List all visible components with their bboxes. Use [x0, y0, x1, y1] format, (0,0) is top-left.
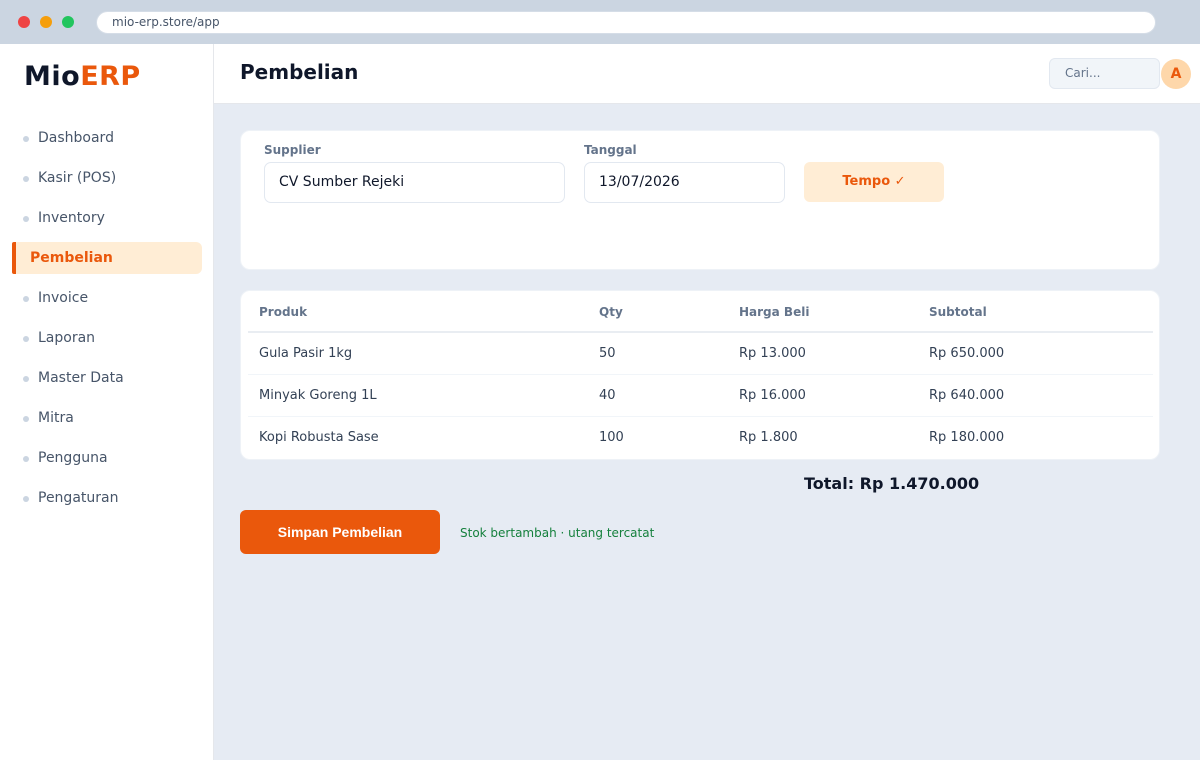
save-status-text: Stok bertambah · utang tercatat [460, 526, 655, 540]
sidebar: MioERP Dashboard Kasir (POS) Inventory P… [0, 44, 214, 760]
avatar[interactable]: A [1161, 59, 1191, 89]
cell-subtotal: Rp 640.000 [929, 388, 1005, 403]
cell-produk: Minyak Goreng 1L [259, 388, 377, 403]
sidebar-item-dashboard[interactable]: Dashboard [0, 118, 214, 158]
date-label: Tanggal [584, 143, 637, 157]
bullet-icon [23, 216, 29, 222]
top-header: Pembelian Cari... A [214, 44, 1200, 104]
sidebar-item-label: Pengaturan [38, 490, 119, 506]
sidebar-item-pembelian[interactable]: Pembelian [12, 242, 202, 274]
table-header-row: Produk Qty Harga Beli Subtotal [248, 291, 1153, 333]
minimize-window-icon[interactable] [40, 16, 52, 28]
sidebar-item-invoice[interactable]: Invoice [0, 278, 214, 318]
save-purchase-button[interactable]: Simpan Pembelian [240, 510, 440, 554]
sidebar-item-inventory[interactable]: Inventory [0, 198, 214, 238]
table-row[interactable]: Gula Pasir 1kg 50 Rp 13.000 Rp 650.000 [248, 333, 1153, 375]
supplier-label: Supplier [264, 143, 321, 157]
bullet-icon [23, 456, 29, 462]
column-header-qty: Qty [599, 305, 623, 319]
sidebar-item-pengaturan[interactable]: Pengaturan [0, 478, 214, 518]
sidebar-item-label: Pengguna [38, 450, 108, 466]
sidebar-item-label: Invoice [38, 290, 89, 306]
cell-subtotal: Rp 650.000 [929, 346, 1005, 361]
purchase-items-card: Produk Qty Harga Beli Subtotal Gula Pasi… [240, 290, 1160, 460]
sidebar-item-mitra[interactable]: Mitra [0, 398, 214, 438]
purchase-items-table: Produk Qty Harga Beli Subtotal Gula Pasi… [248, 291, 1153, 459]
sidebar-nav: Dashboard Kasir (POS) Inventory Pembelia… [0, 118, 214, 518]
browser-chrome: mio-erp.store/app [0, 0, 1200, 44]
column-header-subtotal: Subtotal [929, 305, 987, 319]
page-title: Pembelian [240, 60, 359, 84]
logo-text-mio: Mio [24, 61, 81, 92]
bullet-icon [23, 336, 29, 342]
purchase-total: Total: Rp 1.470.000 [804, 474, 980, 493]
bullet-icon [23, 296, 29, 302]
sidebar-item-label: Master Data [38, 370, 124, 386]
column-header-produk: Produk [259, 305, 308, 319]
sidebar-item-label: Pembelian [30, 250, 113, 266]
sidebar-item-pengguna[interactable]: Pengguna [0, 438, 214, 478]
tempo-toggle[interactable]: Tempo ✓ [804, 162, 944, 202]
purchase-form-card: Supplier CV Sumber Rejeki Tanggal 13/07/… [240, 130, 1160, 270]
app-logo[interactable]: MioERP [24, 61, 141, 92]
supplier-field[interactable]: CV Sumber Rejeki [264, 162, 565, 203]
bullet-icon [23, 136, 29, 142]
cell-qty: 50 [599, 346, 616, 361]
close-window-icon[interactable] [18, 16, 30, 28]
column-header-harga-beli: Harga Beli [739, 305, 810, 319]
sidebar-item-kasir[interactable]: Kasir (POS) [0, 158, 214, 198]
search-input[interactable]: Cari... [1049, 58, 1160, 89]
cell-harga-beli: Rp 13.000 [739, 346, 806, 361]
cell-qty: 100 [599, 430, 624, 445]
cell-qty: 40 [599, 388, 616, 403]
cell-subtotal: Rp 180.000 [929, 430, 1005, 445]
sidebar-item-label: Kasir (POS) [38, 170, 117, 186]
sidebar-item-label: Inventory [38, 210, 105, 226]
cell-produk: Kopi Robusta Sase [259, 430, 379, 445]
table-row[interactable]: Kopi Robusta Sase 100 Rp 1.800 Rp 180.00… [248, 417, 1153, 459]
sidebar-item-label: Dashboard [38, 130, 114, 146]
address-bar[interactable]: mio-erp.store/app [96, 11, 1156, 34]
date-field[interactable]: 13/07/2026 [584, 162, 785, 203]
sidebar-item-master-data[interactable]: Master Data [0, 358, 214, 398]
bullet-icon [23, 416, 29, 422]
sidebar-item-laporan[interactable]: Laporan [0, 318, 214, 358]
logo-text-erp: ERP [80, 61, 141, 92]
cell-produk: Gula Pasir 1kg [259, 346, 353, 361]
sidebar-item-label: Laporan [38, 330, 96, 346]
table-row[interactable]: Minyak Goreng 1L 40 Rp 16.000 Rp 640.000 [248, 375, 1153, 417]
bullet-icon [23, 376, 29, 382]
bullet-icon [23, 496, 29, 502]
sidebar-item-label: Mitra [38, 410, 74, 426]
cell-harga-beli: Rp 16.000 [739, 388, 806, 403]
cell-harga-beli: Rp 1.800 [739, 430, 798, 445]
maximize-window-icon[interactable] [62, 16, 74, 28]
bullet-icon [23, 176, 29, 182]
